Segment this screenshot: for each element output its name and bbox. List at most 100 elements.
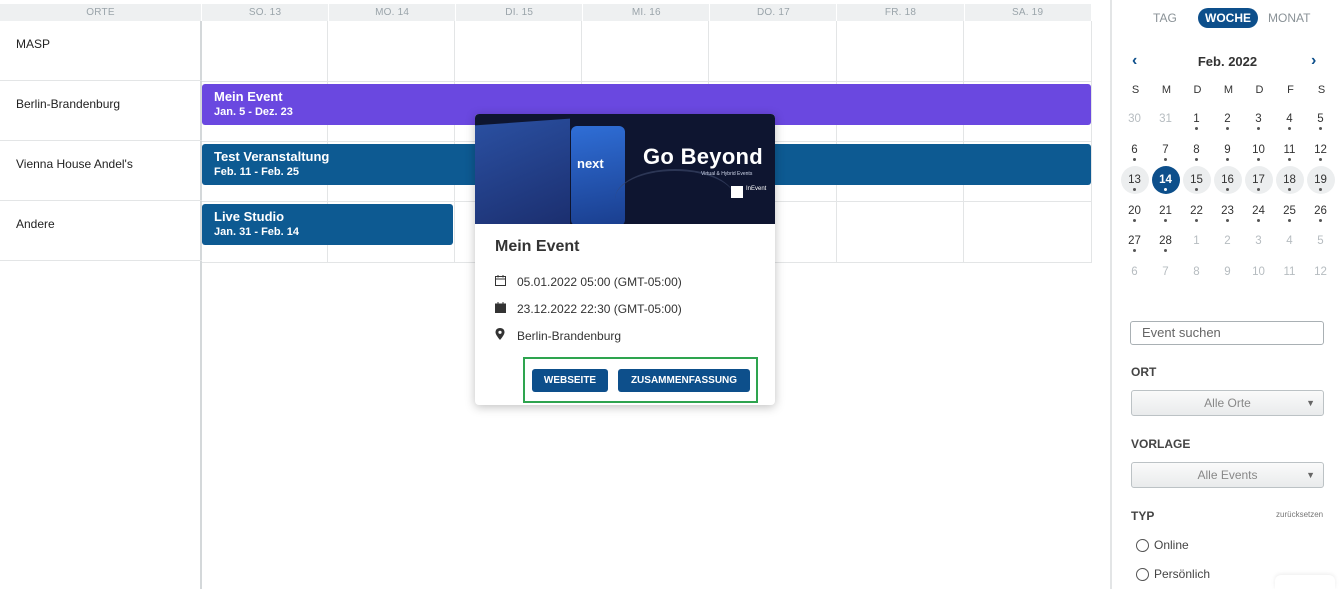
- event-indicator-dot: [1319, 188, 1322, 191]
- place-select[interactable]: Alle Orte ▼: [1131, 390, 1324, 416]
- grid-line: [836, 21, 837, 263]
- radio-circle-icon[interactable]: [1136, 567, 1149, 581]
- calendar-day-number: 6: [1131, 265, 1138, 278]
- calendar-day[interactable]: 12: [1305, 136, 1336, 166]
- day-header-fri: FR. 18: [837, 4, 965, 21]
- event-title: Mein Event: [214, 89, 283, 104]
- weekday-label: S: [1317, 84, 1326, 96]
- reset-link[interactable]: zurücksetzen: [1276, 510, 1323, 519]
- calendar-day[interactable]: 20: [1119, 197, 1150, 227]
- calendar-day[interactable]: 11: [1274, 258, 1305, 288]
- calendar-day[interactable]: 11: [1274, 136, 1305, 166]
- calendar-filled-icon: [495, 301, 517, 316]
- weekday-label: D: [1255, 84, 1264, 96]
- banner-headline: Go Beyond: [643, 144, 764, 169]
- day-header-sun: SO. 13: [202, 4, 330, 21]
- calendar-day[interactable]: 25: [1274, 197, 1305, 227]
- calendar-day-number: 31: [1159, 113, 1172, 125]
- calendar-day-number: 12: [1314, 265, 1327, 278]
- calendar-day[interactable]: 4: [1274, 227, 1305, 257]
- template-select-value: Alle Events: [1197, 468, 1258, 482]
- calendar-day[interactable]: 3: [1243, 105, 1274, 135]
- location-row-other: Andere: [0, 201, 202, 261]
- event-indicator-dot: [1288, 127, 1291, 130]
- calendar-day[interactable]: 2: [1212, 105, 1243, 135]
- calendar-day[interactable]: 9: [1212, 258, 1243, 288]
- calendar-day[interactable]: 1: [1181, 105, 1212, 135]
- calendar-day[interactable]: 2: [1212, 227, 1243, 257]
- calendar-day[interactable]: 7: [1150, 258, 1181, 288]
- event-search-input[interactable]: Event suchen: [1130, 321, 1324, 345]
- calendar-day[interactable]: 30: [1119, 105, 1150, 135]
- popup-body: Mein Event 05.01.2022 05:00 (GMT-05:00) …: [475, 224, 775, 349]
- calendar-day-number: 9: [1224, 265, 1231, 278]
- grid-line: [454, 21, 455, 263]
- sidebar-panel: TAG WOCHE MONAT ‹ Feb. 2022 › S M D M D F S 30 3…: [1112, 0, 1343, 589]
- banner-logo-text: InEvent: [746, 186, 767, 192]
- weekday-label: M: [1161, 84, 1172, 96]
- calendar-day[interactable]: 8: [1181, 258, 1212, 288]
- map-pin-icon: [495, 328, 517, 343]
- calendar-day[interactable]: 5: [1305, 227, 1336, 257]
- event-indicator-dot: [1195, 157, 1198, 161]
- event-indicator-dot: [1133, 157, 1136, 161]
- type-option-label: Persönlich: [1154, 567, 1211, 581]
- calendar-day[interactable]: 24: [1243, 197, 1274, 227]
- chevron-right-icon[interactable]: ›: [1311, 52, 1316, 70]
- event-indicator-dot: [1288, 218, 1291, 222]
- calendar-day[interactable]: 6: [1119, 258, 1150, 288]
- template-select[interactable]: Alle Events ▼: [1131, 462, 1324, 488]
- location-text: Berlin-Brandenburg: [517, 328, 622, 343]
- event-bar-live-studio[interactable]: Live Studio Jan. 31 - Feb. 14: [202, 204, 453, 245]
- calendar-day[interactable]: 22: [1181, 197, 1212, 227]
- calendar-day[interactable]: 31: [1150, 105, 1181, 135]
- website-button[interactable]: WEBSEITE: [532, 368, 608, 392]
- calendar-day[interactable]: 4: [1274, 105, 1305, 135]
- calendar-day[interactable]: 6: [1119, 136, 1150, 166]
- calendar-day[interactable]: 1: [1181, 227, 1212, 257]
- summary-button[interactable]: ZUSAMMENFASSUNG: [618, 368, 750, 392]
- calendar-day[interactable]: 16: [1212, 166, 1243, 196]
- calendar-day[interactable]: 12: [1305, 258, 1336, 288]
- calendar-day-number: 4: [1286, 235, 1293, 247]
- calendar-day[interactable]: 9: [1212, 136, 1243, 166]
- view-tab-month[interactable]: MONAT: [1268, 8, 1310, 28]
- type-option-in-person[interactable]: Persönlich: [1136, 567, 1210, 581]
- calendar-day-number: 2: [1224, 235, 1231, 247]
- calendar-day[interactable]: 26: [1305, 197, 1336, 227]
- calendar-day[interactable]: 21: [1150, 197, 1181, 227]
- type-option-online[interactable]: Online: [1136, 538, 1189, 552]
- day-header-tue: DI. 15: [456, 4, 584, 21]
- calendar-day[interactable]: 15: [1181, 166, 1212, 196]
- calendar-day[interactable]: 18: [1274, 166, 1305, 196]
- chat-widget-tab[interactable]: [1275, 575, 1335, 589]
- inevent-logo-icon: [731, 186, 743, 198]
- view-tab-day[interactable]: TAG: [1153, 8, 1177, 28]
- calendar-day-number: 11: [1283, 265, 1296, 278]
- calendar-day[interactable]: 13: [1119, 166, 1150, 196]
- calendar-day[interactable]: 17: [1243, 166, 1274, 196]
- calendar-day[interactable]: 27: [1119, 227, 1150, 257]
- calendar-day[interactable]: 3: [1243, 227, 1274, 257]
- calendar-day[interactable]: 5: [1305, 105, 1336, 135]
- calendar-day[interactable]: 10: [1243, 258, 1274, 288]
- calendar-day[interactable]: 14: [1150, 166, 1181, 196]
- calendar-day-number: 5: [1317, 235, 1324, 247]
- calendar-day[interactable]: 19: [1305, 166, 1336, 196]
- calendar-day[interactable]: 28: [1150, 227, 1181, 257]
- view-switcher: TAG WOCHE MONAT: [1112, 8, 1343, 28]
- calendar-day[interactable]: 8: [1181, 136, 1212, 166]
- radio-circle-icon[interactable]: [1136, 538, 1149, 552]
- event-indicator-dot: [1195, 127, 1198, 130]
- banner-wave-graphic: [615, 169, 735, 224]
- view-tab-week[interactable]: WOCHE: [1198, 8, 1258, 28]
- calendar-day[interactable]: 23: [1212, 197, 1243, 227]
- calendar-day[interactable]: 7: [1150, 136, 1181, 166]
- event-indicator-dot: [1257, 218, 1260, 222]
- event-indicator-dot: [1164, 188, 1167, 191]
- calendar-header: ‹ Feb. 2022 ›: [1112, 52, 1343, 72]
- calendar-day[interactable]: 10: [1243, 136, 1274, 166]
- event-indicator-dot: [1257, 188, 1260, 191]
- start-date-row: 05.01.2022 05:00 (GMT-05:00): [495, 268, 755, 295]
- event-indicator-dot: [1133, 218, 1136, 222]
